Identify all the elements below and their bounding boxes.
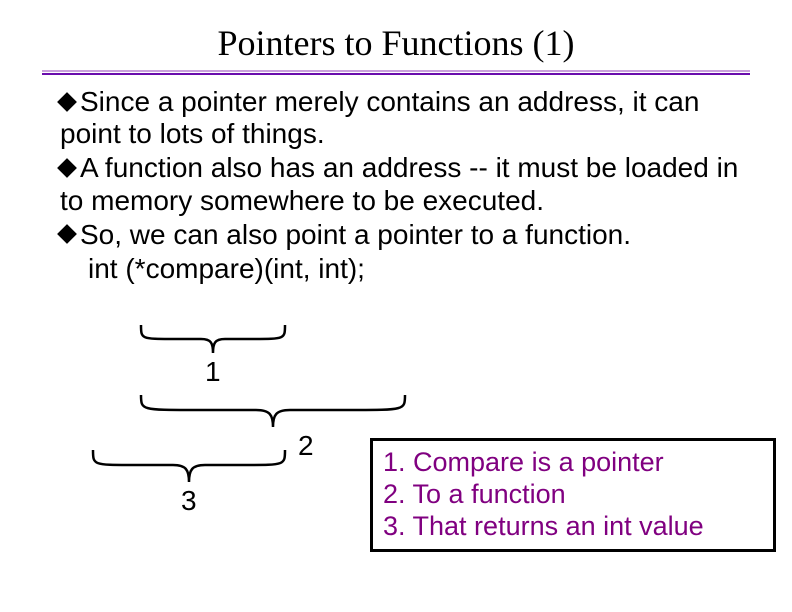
diamond-icon <box>57 92 77 112</box>
page-title: Pointers to Functions (1) <box>0 22 792 64</box>
legend-line-2: 2. To a function <box>383 479 763 511</box>
bullet-1-text: Since a pointer merely contains an addre… <box>60 86 699 149</box>
label-3: 3 <box>181 485 197 517</box>
bullet-3-text: So, we can also point a pointer to a fun… <box>80 219 631 250</box>
brace-2 <box>136 395 410 439</box>
bullet-1: Since a pointer merely contains an addre… <box>60 86 760 150</box>
legend-box: 1. Compare is a pointer 2. To a function… <box>370 438 776 552</box>
legend-line-1: 1. Compare is a pointer <box>383 447 763 479</box>
diamond-icon <box>57 158 77 178</box>
diamond-icon <box>57 224 77 244</box>
label-2: 2 <box>298 430 314 462</box>
bullet-3: So, we can also point a pointer to a fun… <box>60 219 760 251</box>
label-1: 1 <box>205 356 221 388</box>
code-line: int (*compare)(int, int); <box>60 253 760 285</box>
body-text: Since a pointer merely contains an addre… <box>60 86 760 285</box>
bullet-2-text: A function also has an address -- it mus… <box>60 152 738 215</box>
title-underline <box>42 70 750 76</box>
slide: Pointers to Functions (1) Since a pointe… <box>0 0 792 612</box>
bullet-2: A function also has an address -- it mus… <box>60 152 760 216</box>
legend-line-3: 3. That returns an int value <box>383 511 763 543</box>
